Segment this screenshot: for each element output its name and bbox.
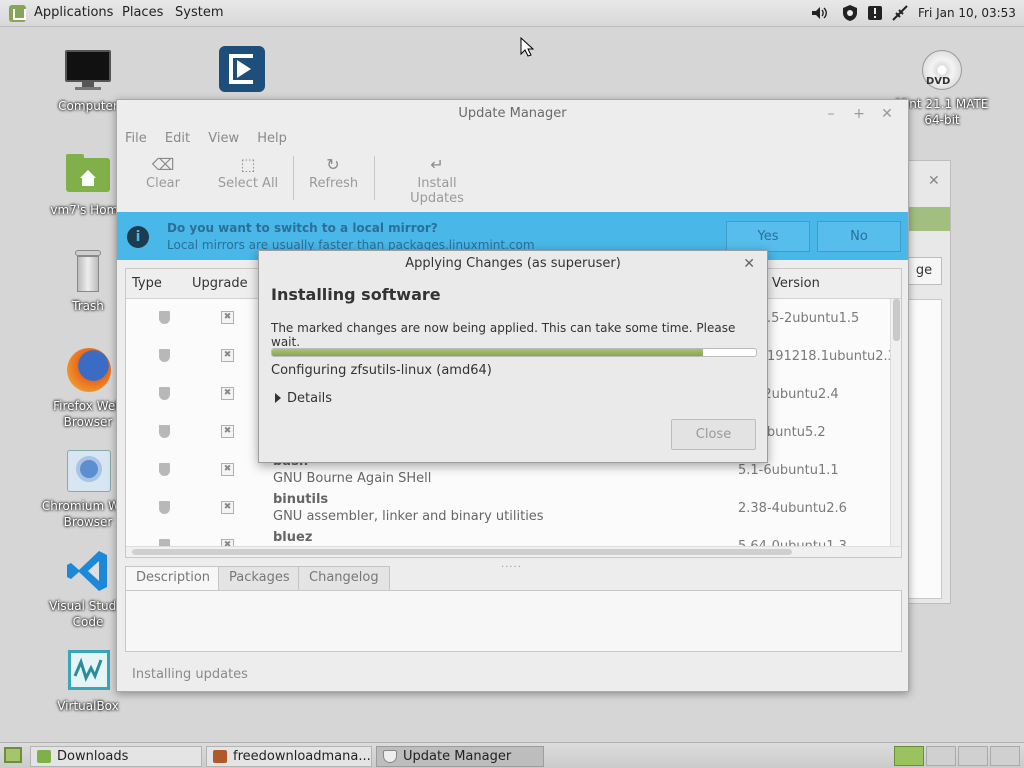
task-update-manager[interactable]: Update Manager bbox=[376, 746, 544, 767]
browser-icon bbox=[213, 750, 227, 763]
dialog-title: Applying Changes (as superuser) bbox=[405, 256, 621, 271]
show-desktop-icon[interactable] bbox=[4, 747, 22, 763]
security-shield-icon bbox=[159, 349, 170, 362]
shield-icon bbox=[383, 750, 397, 763]
system-menu[interactable]: System bbox=[175, 5, 223, 20]
task-freedownloadmanager[interactable]: freedownloadmana... bbox=[206, 746, 372, 767]
info-icon: i bbox=[127, 226, 149, 248]
dialog-heading: Installing software bbox=[271, 285, 441, 304]
toolbar-separator bbox=[293, 156, 294, 200]
bottom-taskbar: Downloads freedownloadmana... Update Man… bbox=[0, 742, 1024, 768]
upgrade-checkbox[interactable]: ✖ bbox=[221, 425, 234, 438]
scroll-thumb[interactable] bbox=[893, 299, 900, 341]
toolbar: ⌫ Clear ⬚ Select All ↻ Refresh ↵ Install… bbox=[117, 150, 908, 206]
window-title: Update Manager bbox=[458, 106, 567, 121]
upgrade-checkbox[interactable]: ✖ bbox=[221, 463, 234, 476]
install-updates-button[interactable]: ↵ Install Updates bbox=[390, 154, 484, 206]
menu-edit[interactable]: Edit bbox=[165, 128, 190, 150]
menu-help[interactable]: Help bbox=[257, 128, 287, 150]
close-icon[interactable]: ✕ bbox=[928, 173, 940, 189]
upgrade-checkbox[interactable]: ✖ bbox=[221, 387, 234, 400]
minimize-icon[interactable]: – bbox=[820, 100, 842, 128]
security-shield-icon bbox=[159, 501, 170, 514]
security-shield-icon bbox=[159, 387, 170, 400]
firefox-icon bbox=[63, 348, 113, 394]
notification-icon[interactable] bbox=[866, 4, 884, 22]
select-all-icon: ⬚ bbox=[240, 155, 256, 174]
status-text: Installing updates bbox=[132, 667, 248, 682]
workspace-2[interactable] bbox=[926, 746, 956, 766]
dvd-icon: DVD bbox=[917, 50, 967, 96]
dialog-titlebar[interactable]: Applying Changes (as superuser) ✕ bbox=[259, 251, 767, 277]
description-panel bbox=[125, 590, 902, 652]
trash-icon bbox=[63, 248, 113, 294]
maximize-icon[interactable]: + bbox=[848, 100, 870, 128]
tab-description[interactable]: Description bbox=[125, 566, 222, 590]
workspace-4[interactable] bbox=[990, 746, 1020, 766]
chromium-icon bbox=[63, 448, 113, 494]
desktop-icon-fdm[interactable] bbox=[187, 46, 297, 92]
refresh-button[interactable]: ↻ Refresh bbox=[309, 154, 358, 191]
volume-icon[interactable] bbox=[810, 4, 828, 22]
upgrade-checkbox[interactable]: ✖ bbox=[221, 311, 234, 324]
top-panel: Applications Places System Fri Jan 10, 0… bbox=[0, 0, 1024, 27]
download-manager-icon bbox=[217, 46, 267, 92]
menubar: File Edit View Help bbox=[117, 128, 908, 150]
column-version[interactable]: Version bbox=[772, 276, 820, 291]
virtualbox-icon bbox=[63, 648, 113, 694]
menu-file[interactable]: File bbox=[125, 128, 147, 150]
vertical-scrollbar[interactable] bbox=[890, 299, 901, 547]
applications-menu[interactable]: Applications bbox=[34, 5, 113, 20]
background-window[interactable]: ✕ ge bbox=[905, 160, 951, 604]
security-shield-icon bbox=[159, 425, 170, 438]
security-shield-icon bbox=[159, 311, 170, 324]
pane-resize-handle[interactable]: ..... bbox=[501, 559, 522, 570]
tab-packages[interactable]: Packages bbox=[218, 566, 301, 590]
close-icon[interactable]: ✕ bbox=[876, 100, 898, 128]
clear-button[interactable]: ⌫ Clear bbox=[145, 154, 181, 191]
close-button[interactable]: Close bbox=[671, 419, 756, 450]
clock[interactable]: Fri Jan 10, 03:53 bbox=[918, 6, 1016, 20]
dialog-message: The marked changes are now being applied… bbox=[271, 321, 736, 349]
progress-bar bbox=[271, 348, 757, 357]
home-folder-icon bbox=[63, 152, 113, 198]
workspace-1[interactable] bbox=[894, 746, 924, 766]
applying-changes-dialog[interactable]: Applying Changes (as superuser) ✕ Instal… bbox=[258, 250, 768, 463]
expand-triangle-icon bbox=[275, 393, 281, 403]
horizontal-scrollbar[interactable] bbox=[126, 546, 901, 557]
infobar-title: Do you want to switch to a local mirror? bbox=[167, 221, 438, 235]
workspace-3[interactable] bbox=[958, 746, 988, 766]
current-action: Configuring zfsutils-linux (amd64) bbox=[271, 363, 492, 378]
select-all-button[interactable]: ⬚ Select All bbox=[217, 154, 279, 191]
network-icon[interactable] bbox=[891, 4, 909, 22]
column-type[interactable]: Type bbox=[132, 276, 162, 291]
close-icon[interactable]: ✕ bbox=[743, 251, 755, 277]
clear-icon: ⌫ bbox=[151, 155, 175, 174]
mouse-cursor-icon bbox=[520, 37, 534, 57]
folder-icon bbox=[37, 750, 51, 763]
no-button[interactable]: No bbox=[817, 221, 901, 252]
menu-view[interactable]: View bbox=[208, 128, 239, 150]
window-titlebar[interactable]: Update Manager – + ✕ bbox=[117, 100, 908, 128]
install-icon: ↵ bbox=[430, 155, 444, 174]
refresh-icon: ↻ bbox=[326, 155, 340, 174]
mint-menu-icon[interactable] bbox=[9, 5, 26, 22]
column-upgrade[interactable]: Upgrade bbox=[192, 276, 248, 291]
vscode-icon bbox=[63, 548, 113, 594]
tab-changelog[interactable]: Changelog bbox=[298, 566, 390, 590]
toolbar-separator bbox=[374, 156, 375, 200]
table-row[interactable]: ✖ binutils GNU assembler, linker and bin… bbox=[126, 489, 892, 527]
monitor-icon bbox=[63, 48, 113, 94]
task-downloads[interactable]: Downloads bbox=[30, 746, 202, 767]
security-shield-icon bbox=[159, 463, 170, 476]
progress-fill bbox=[272, 349, 703, 356]
upgrade-checkbox[interactable]: ✖ bbox=[221, 501, 234, 514]
details-expander[interactable]: Details bbox=[275, 391, 332, 406]
scroll-thumb[interactable] bbox=[132, 549, 792, 555]
shield-update-icon[interactable] bbox=[841, 4, 859, 22]
places-menu[interactable]: Places bbox=[122, 5, 163, 20]
upgrade-checkbox[interactable]: ✖ bbox=[221, 349, 234, 362]
yes-button[interactable]: Yes bbox=[726, 221, 810, 252]
